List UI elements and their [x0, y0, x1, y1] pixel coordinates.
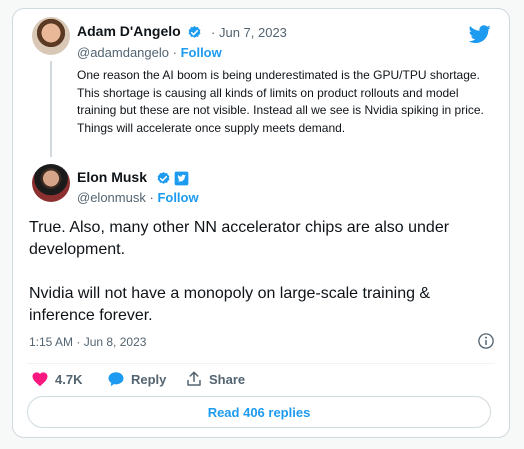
quoted-date-text[interactable]: Jun 7, 2023 [219, 25, 287, 40]
heart-icon [32, 372, 48, 387]
tweet-embed-card[interactable]: Adam D'Angelo · Jun 7, 2023 @adamdangelo… [12, 8, 510, 438]
avatar-elon-musk[interactable] [32, 164, 70, 202]
follow-elon-button[interactable]: Follow [157, 190, 198, 205]
quoted-date[interactable]: · Jun 7, 2023 [211, 25, 287, 40]
speech-bubble-icon [108, 372, 124, 387]
like-button[interactable]: 4.7K [31, 369, 82, 389]
quoted-handle[interactable]: @adamdangelo [77, 45, 169, 60]
info-icon[interactable] [477, 332, 495, 350]
tweet-timestamp[interactable]: 1:15 AM · Jun 8, 2023 [29, 335, 146, 349]
twitter-bird-icon[interactable] [469, 23, 491, 45]
quoted-tweet-text: One reason the AI boom is being underest… [77, 68, 484, 135]
verified-badge-icon [157, 171, 170, 184]
main-tweet-text: True. Also, many other NN accelerator ch… [29, 219, 450, 324]
thread-connector-line [50, 61, 52, 157]
actions-divider [27, 363, 495, 364]
follow-adam-button[interactable]: Follow [181, 45, 222, 60]
share-arrow-icon [187, 371, 201, 386]
share-button[interactable]: Share [185, 369, 245, 389]
quoted-author-name[interactable]: Adam D'Angelo [77, 23, 181, 39]
handle-separator: · [172, 45, 177, 60]
reply-label: Reply [131, 371, 167, 387]
avatar-adam-dangelo[interactable] [32, 17, 70, 55]
like-count: 4.7K [55, 371, 83, 387]
share-label: Share [209, 371, 246, 387]
reply-button[interactable]: Reply [107, 369, 166, 389]
date-separator: · [211, 25, 216, 40]
main-handle-line: @elonmusk · Follow [77, 190, 199, 205]
verified-badge-icon [188, 25, 201, 38]
read-replies-button[interactable]: Read 406 replies [27, 396, 491, 428]
twitter-affiliate-badge-icon[interactable] [174, 171, 189, 186]
main-handle[interactable]: @elonmusk [77, 190, 146, 205]
quoted-handle-line: @adamdangelo · Follow [77, 45, 222, 60]
main-author-name[interactable]: Elon Musk [77, 169, 147, 185]
handle-separator: · [149, 190, 154, 205]
